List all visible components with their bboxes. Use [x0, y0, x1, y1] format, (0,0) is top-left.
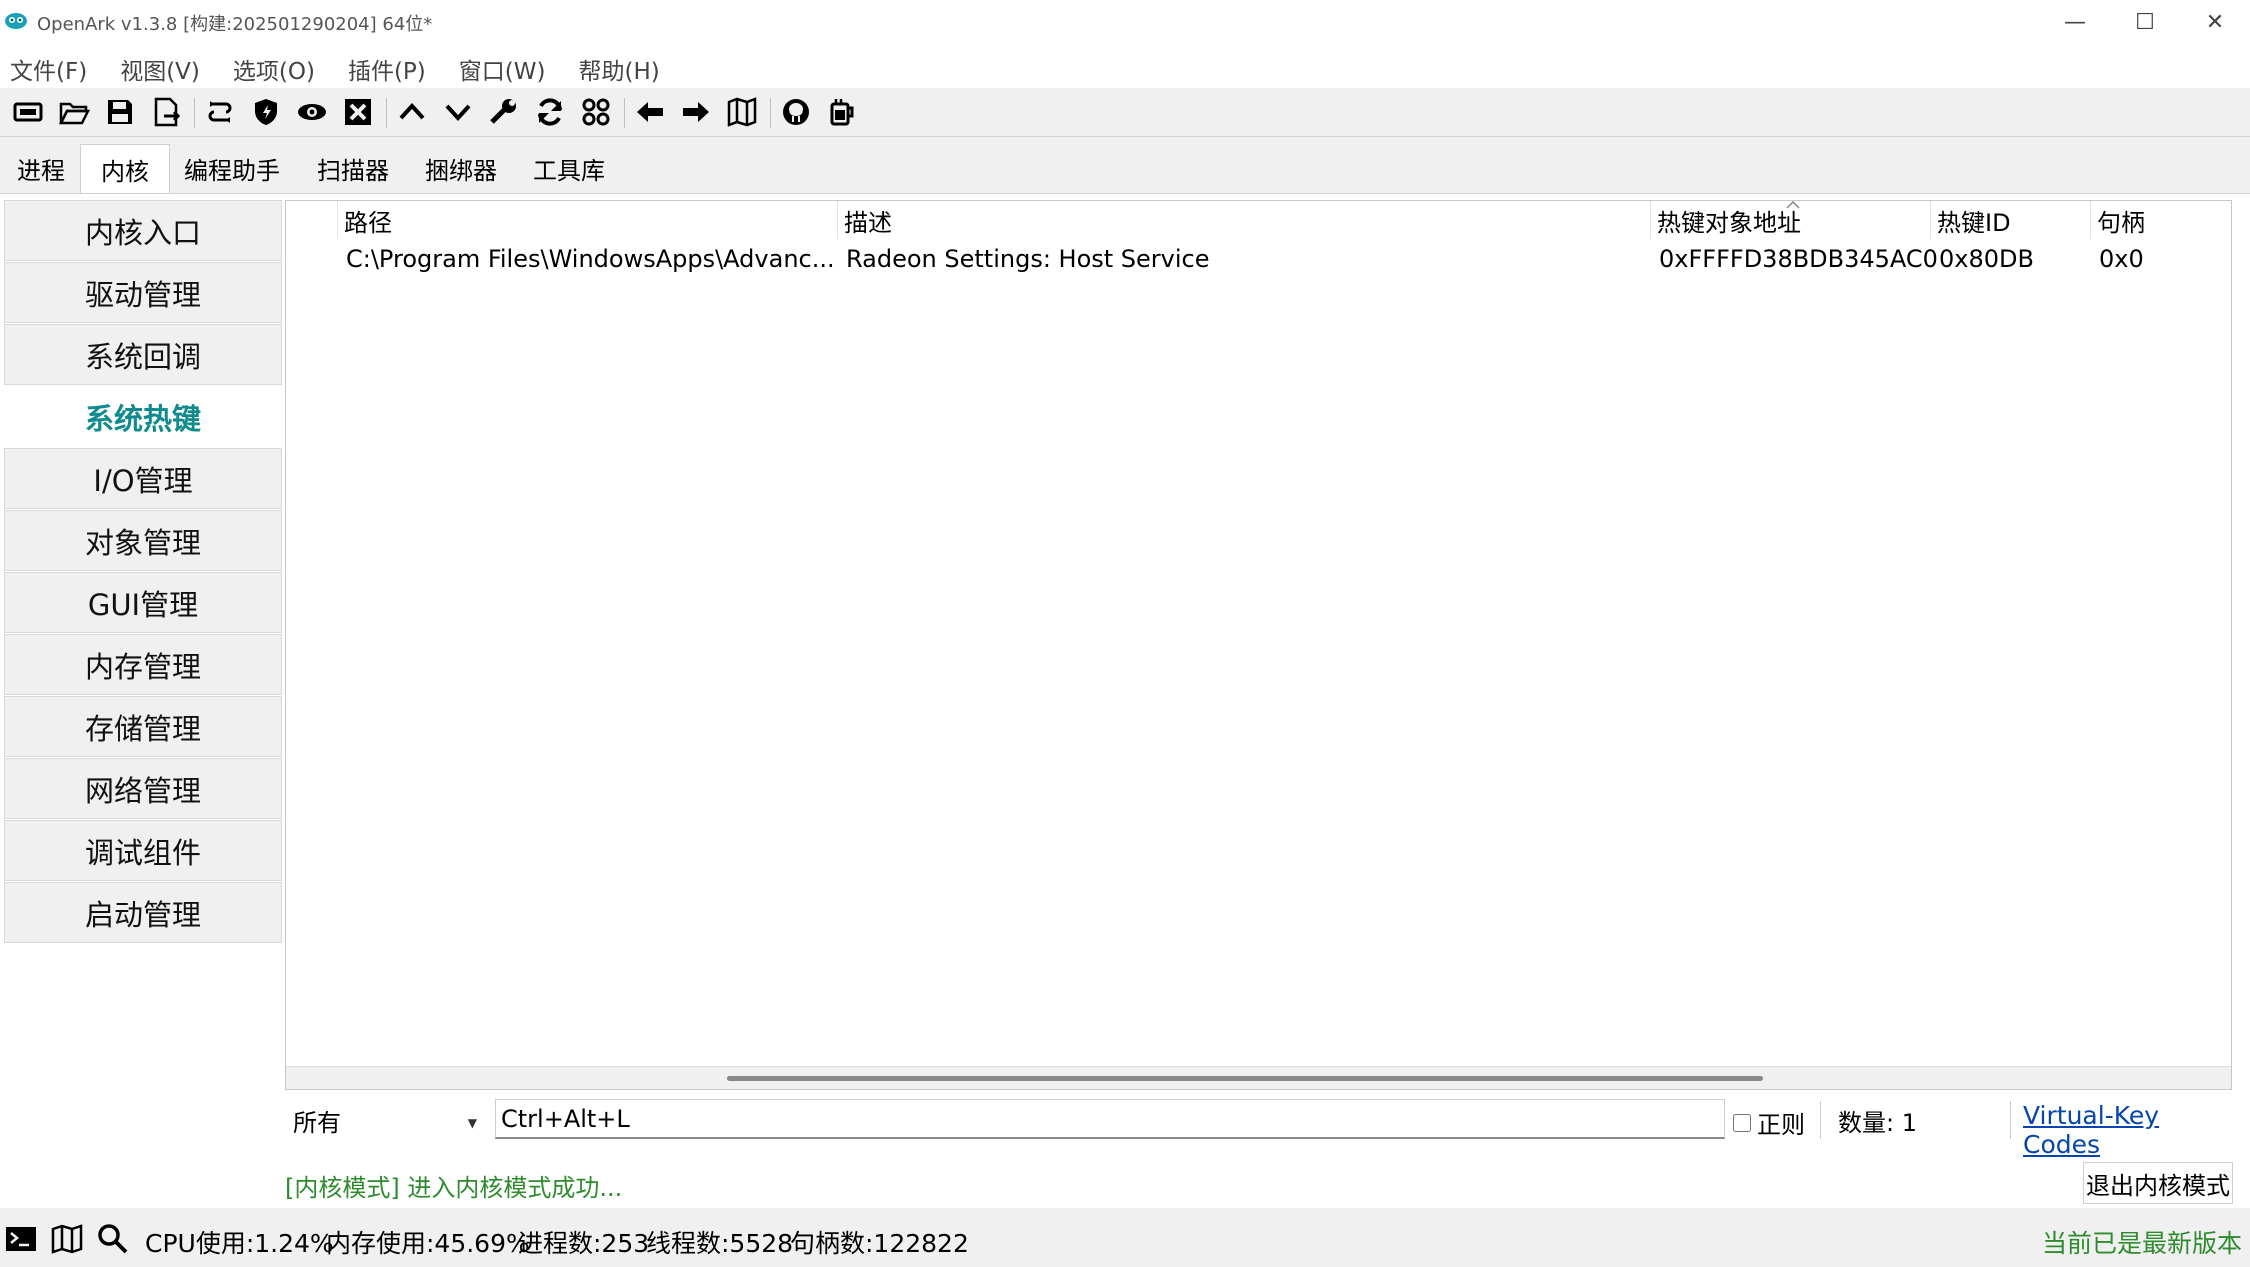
sync-icon[interactable] — [532, 94, 568, 130]
regex-label: 正则 — [1757, 1111, 1805, 1139]
version-status: 当前已是最新版本 — [2041, 1229, 2242, 1258]
toolbar-separator — [770, 98, 771, 128]
exit-kernel-mode-button[interactable]: 退出内核模式 — [2083, 1162, 2233, 1204]
cell-hotkey-address[interactable]: 0xFFFFD38BDB345AC0 — [1651, 241, 1939, 277]
table-header-blank — [286, 201, 338, 239]
sidebar-item-system-hotkeys[interactable]: 系统热键 — [4, 386, 282, 447]
wrench-icon[interactable] — [486, 94, 522, 130]
filter-separator — [1820, 1101, 1821, 1139]
sidebar-item-storage-manager[interactable]: 存储管理 — [4, 696, 282, 757]
tab-scanner[interactable]: 扫描器 — [296, 144, 410, 192]
sidebar-item-debug-components[interactable]: 调试组件 — [4, 820, 282, 881]
menu-window[interactable]: 窗口(W) — [459, 44, 546, 88]
process-count: 进程数:253 — [518, 1229, 650, 1258]
cell-hotkey-id[interactable]: 0x80DB — [1931, 241, 2099, 277]
column-header-description[interactable]: 描述 — [838, 201, 1651, 239]
shield-icon[interactable] — [248, 94, 284, 130]
horizontal-scrollbar[interactable] — [286, 1066, 2231, 1089]
arrow-left-icon[interactable] — [632, 94, 668, 130]
handle-count: 句柄数:122822 — [790, 1229, 969, 1258]
kernel-mode-log: [内核模式] 进入内核模式成功... — [285, 1174, 623, 1202]
sidebar-item-memory-manager[interactable]: 内存管理 — [4, 634, 282, 695]
filter-bar: 所有 ▼ 正则 数量: 1 Virtual-Key Codes — [285, 1097, 2230, 1159]
main-tab-bar: 进程 内核 编程助手 扫描器 捆绑器 工具库 — [0, 144, 2250, 193]
sidebar-item-object-manager[interactable]: 对象管理 — [4, 510, 282, 571]
open-folder-icon[interactable] — [56, 94, 92, 130]
memory-usage: 内存使用:45.69% — [326, 1229, 530, 1258]
kernel-sidebar: 内核入口 驱动管理 系统回调 系统热键 I/O管理 对象管理 GUI管理 内存管… — [4, 200, 282, 944]
menu-view[interactable]: 视图(V) — [120, 44, 200, 88]
scope-dropdown-value: 所有 — [293, 1108, 341, 1137]
openark-logo-icon — [5, 13, 27, 29]
github-icon[interactable] — [778, 94, 814, 130]
menu-help[interactable]: 帮助(H) — [578, 44, 659, 88]
regex-checkbox[interactable] — [1733, 1113, 1751, 1132]
filter-separator — [2010, 1101, 2011, 1139]
cpu-usage: CPU使用:1.24% — [145, 1229, 334, 1258]
export-icon[interactable] — [148, 94, 184, 130]
hotkey-filter-input[interactable] — [495, 1099, 1725, 1139]
column-header-hotkey-id[interactable]: 热键ID — [1931, 201, 2091, 239]
regex-checkbox-label[interactable]: 正则 — [1733, 1105, 1805, 1140]
sidebar-item-startup-manager[interactable]: 启动管理 — [4, 882, 282, 943]
kernel-panel: 内核入口 驱动管理 系统回调 系统热键 I/O管理 对象管理 GUI管理 内存管… — [0, 193, 2250, 1208]
toolbar — [0, 88, 2250, 137]
toolbar-separator — [194, 98, 195, 128]
tab-process[interactable]: 进程 — [3, 144, 79, 192]
refresh-link-icon[interactable] — [202, 94, 238, 130]
sidebar-item-io-manager[interactable]: I/O管理 — [4, 448, 282, 509]
sidebar-item-gui-manager[interactable]: GUI管理 — [4, 572, 282, 633]
column-header-path[interactable]: 路径 — [338, 201, 838, 239]
minimize-button[interactable]: — — [2040, 0, 2110, 44]
menu-plugins[interactable]: 插件(P) — [348, 44, 426, 88]
arrow-up-icon[interactable] — [394, 94, 430, 130]
coffee-icon[interactable] — [824, 94, 860, 130]
cell-path[interactable]: C:\Program Files\WindowsApps\Advanc... — [338, 241, 846, 277]
menu-bar: 文件(F) 视图(V) 选项(O) 插件(P) 窗口(W) 帮助(H) — [0, 44, 2250, 88]
eye-icon[interactable] — [294, 94, 330, 130]
map-icon[interactable] — [50, 1222, 84, 1256]
cell-description[interactable]: Radeon Settings: Host Service — [838, 241, 1659, 277]
tab-coding-helper[interactable]: 编程助手 — [170, 144, 294, 192]
grid-icon[interactable] — [578, 94, 614, 130]
window-title: OpenArk v1.3.8 [构建:202501290204] 64位* — [37, 14, 433, 35]
hotkey-table: 路径 描述 热键对象地址 热键ID 句柄 C:\Program Files\Wi… — [285, 200, 2232, 1090]
arrow-down-icon[interactable] — [440, 94, 476, 130]
sort-ascending-icon — [1786, 201, 1800, 209]
sidebar-item-system-callbacks[interactable]: 系统回调 — [4, 324, 282, 385]
column-header-handle[interactable]: 句柄 — [2091, 201, 2231, 239]
map-icon[interactable] — [724, 94, 760, 130]
toolbar-separator — [624, 98, 625, 128]
save-icon[interactable] — [102, 94, 138, 130]
menu-options[interactable]: 选项(O) — [233, 44, 315, 88]
tab-bundler[interactable]: 捆绑器 — [408, 144, 514, 192]
cell-handle[interactable]: 0x0 — [2091, 241, 2239, 277]
sidebar-item-network-manager[interactable]: 网络管理 — [4, 758, 282, 819]
tab-kernel[interactable]: 内核 — [80, 144, 170, 193]
maximize-button[interactable]: ☐ — [2110, 0, 2180, 44]
sidebar-item-kernel-entry[interactable]: 内核入口 — [4, 200, 282, 261]
scope-dropdown[interactable]: 所有 ▼ — [285, 1101, 485, 1139]
thread-count: 线程数:5528 — [646, 1229, 794, 1258]
virtual-key-codes-link[interactable]: Virtual-Key Codes — [2023, 1101, 2230, 1159]
close-box-icon[interactable] — [340, 94, 376, 130]
arrow-right-icon[interactable] — [678, 94, 714, 130]
scrollbar-thumb[interactable] — [727, 1076, 1763, 1081]
tab-toolkit[interactable]: 工具库 — [516, 144, 622, 192]
menu-file[interactable]: 文件(F) — [10, 44, 87, 88]
toolbar-separator — [386, 98, 387, 128]
chevron-down-icon: ▼ — [467, 1116, 477, 1130]
console-icon[interactable] — [10, 94, 46, 130]
status-bar: CPU使用:1.24% 内存使用:45.69% 进程数:253 线程数:5528… — [0, 1208, 2250, 1267]
close-button[interactable]: ✕ — [2180, 0, 2250, 44]
search-icon[interactable] — [96, 1222, 130, 1256]
sidebar-item-driver-manager[interactable]: 驱动管理 — [4, 262, 282, 323]
title-bar: OpenArk v1.3.8 [构建:202501290204] 64位* — … — [0, 0, 2250, 44]
terminal-icon[interactable] — [4, 1222, 38, 1256]
result-count: 数量: 1 — [1838, 1109, 1917, 1137]
